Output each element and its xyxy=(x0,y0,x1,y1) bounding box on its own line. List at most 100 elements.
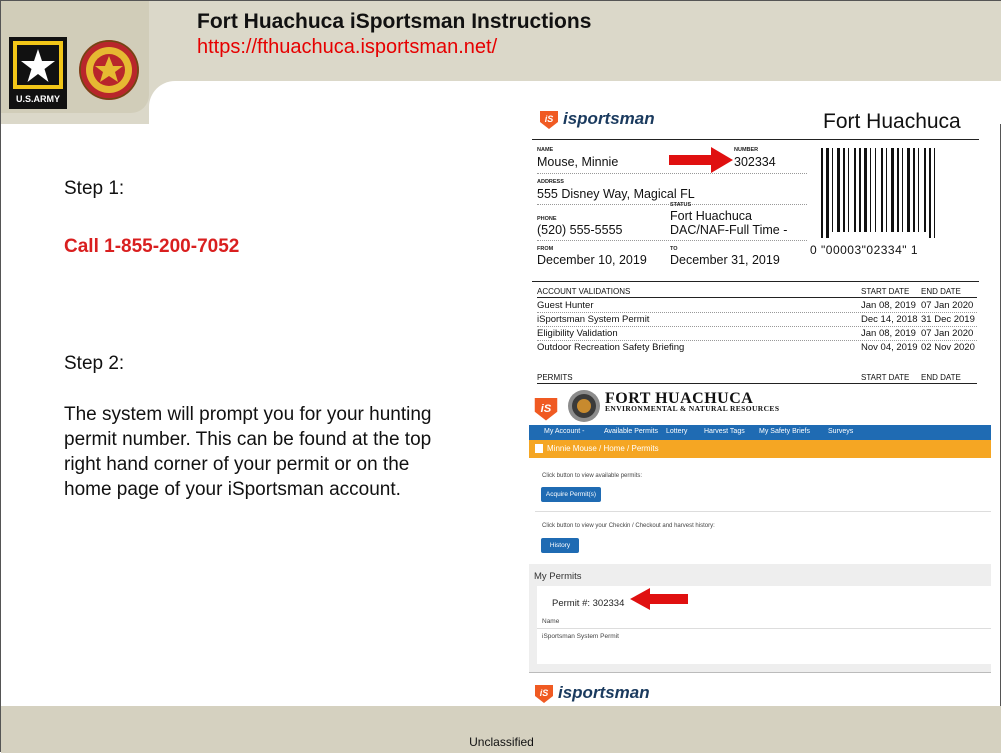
barcode-bar xyxy=(934,148,935,238)
barcode-bar xyxy=(864,148,867,232)
barcode-bar xyxy=(924,148,926,232)
section-divider xyxy=(535,511,991,512)
address-label: ADDRESS xyxy=(537,179,564,185)
acquire-permits-button[interactable]: Acquire Permit(s) xyxy=(541,487,601,502)
validations-header: ACCOUNT VALIDATIONS xyxy=(537,287,631,296)
barcode-bar xyxy=(897,148,899,232)
barcode-bar xyxy=(821,148,823,238)
nav-available-permits[interactable]: Available Permits xyxy=(604,428,658,435)
barcode-number: 0 "00003"02334" 1 xyxy=(810,243,919,257)
row-divider xyxy=(537,312,977,313)
nav-bar: My Account - Available Permits Lottery H… xyxy=(529,425,991,440)
validation-name: iSportsman System Permit xyxy=(537,314,650,325)
status-label: STATUS xyxy=(670,202,692,208)
barcode-bar xyxy=(918,148,919,232)
validation-start: Jan 08, 2019 xyxy=(861,300,916,311)
barcode-bar xyxy=(848,148,849,232)
svg-text:iS: iS xyxy=(545,114,554,124)
slide: U.S.ARMY Fort Huachuca iSportsman Instru… xyxy=(0,0,1001,753)
phone-label: PHONE xyxy=(537,216,557,222)
validation-start: Jan 08, 2019 xyxy=(861,328,916,339)
step-2-label: Step 2: xyxy=(64,353,125,374)
barcode-bar xyxy=(875,148,876,232)
web-footer-line xyxy=(529,672,991,673)
army-logo-text: U.S.ARMY xyxy=(16,94,60,104)
permit-number-label: Permit #: 302334 xyxy=(552,598,625,609)
barcode-bar xyxy=(826,148,829,238)
barcode-bar xyxy=(832,148,833,232)
isportsman-logo-icon: iS xyxy=(540,111,558,129)
page-title: Fort Huachuca iSportsman Instructions xyxy=(197,10,592,33)
permits-header: PERMITS xyxy=(537,373,573,382)
validation-end: 02 Nov 2020 xyxy=(921,342,975,353)
permit-phone: (520) 555-5555 xyxy=(537,223,623,237)
step-1-label: Step 1: xyxy=(64,178,125,199)
validation-end: 07 Jan 2020 xyxy=(921,328,974,339)
permit-number: 302334 xyxy=(734,155,776,169)
barcode-bar xyxy=(837,148,840,232)
call-number: Call 1-855-200-7052 xyxy=(64,236,240,257)
row-divider xyxy=(537,240,807,241)
validation-name: Eligibility Validation xyxy=(537,328,618,339)
history-prompt: Click button to view your Checkin / Chec… xyxy=(542,523,715,529)
row-divider xyxy=(537,173,807,174)
card-divider xyxy=(532,281,979,282)
from-label: FROM xyxy=(537,246,554,252)
to-label: TO xyxy=(670,246,678,252)
isportsman-logo-icon: iS xyxy=(535,685,553,703)
barcode-bar xyxy=(929,148,931,238)
end-date-header: END DATE xyxy=(921,287,961,296)
barcode-bar xyxy=(891,148,894,232)
isportsman-brand: isportsman xyxy=(563,109,655,128)
name-label: NAME xyxy=(537,147,554,153)
nav-my-account[interactable]: My Account - xyxy=(544,428,584,435)
breadcrumb: Minnie Mouse / Home / Permits xyxy=(529,440,991,458)
acquire-prompt: Click button to view available permits: xyxy=(542,473,643,479)
permit-status-line2: DAC/NAF-Full Time - xyxy=(670,223,788,237)
validation-start: Nov 04, 2019 xyxy=(861,342,918,353)
permit-to-date: December 31, 2019 xyxy=(670,253,780,267)
validation-name: Outdoor Recreation Safety Briefing xyxy=(537,342,685,353)
barcode-bar xyxy=(907,148,910,232)
permit-from-date: December 10, 2019 xyxy=(537,253,647,267)
my-permits-title: My Permits xyxy=(534,571,582,582)
number-label: NUMBER xyxy=(734,147,759,153)
isportsman-footer-brand: isportsman xyxy=(558,683,650,702)
history-button[interactable]: History xyxy=(541,538,579,553)
classification-label: Unclassified xyxy=(469,735,534,749)
permit-location: Fort Huachuca xyxy=(823,110,961,133)
barcode-bar xyxy=(913,148,915,232)
permit-status-line1: Fort Huachuca xyxy=(670,209,752,223)
barcode-bar xyxy=(886,148,887,232)
validation-start: Dec 14, 2018 xyxy=(861,314,918,325)
permit-address: 555 Disney Way, Magical FL xyxy=(537,187,695,201)
svg-text:iS: iS xyxy=(540,688,549,698)
table-header-line xyxy=(537,297,977,298)
red-arrow-left-icon xyxy=(630,588,688,610)
nav-surveys[interactable]: Surveys xyxy=(828,428,853,435)
barcode-bar xyxy=(902,148,903,232)
barcode-bar xyxy=(859,148,861,232)
row-divider xyxy=(537,326,977,327)
barcode-bar xyxy=(881,148,883,232)
fort-huachuca-seal xyxy=(79,40,139,100)
table-line xyxy=(537,628,991,629)
step-2-description: The system will prompt you for your hunt… xyxy=(64,404,432,500)
site-url[interactable]: https://fthuachuca.isportsman.net/ xyxy=(197,36,497,59)
nav-safety-briefs[interactable]: My Safety Briefs xyxy=(759,428,810,435)
nav-lottery[interactable]: Lottery xyxy=(666,428,687,435)
red-arrow-right-icon xyxy=(669,147,733,173)
home-file-icon xyxy=(535,444,543,453)
row-divider xyxy=(537,340,977,341)
name-column-header: Name xyxy=(542,618,560,625)
validation-end: 31 Dec 2019 xyxy=(921,314,975,325)
validation-end: 07 Jan 2020 xyxy=(921,300,974,311)
nav-harvest-tags[interactable]: Harvest Tags xyxy=(704,428,745,435)
isportsman-logo-icon: iS xyxy=(534,398,558,421)
barcode-bar xyxy=(854,148,856,232)
start-date-header: START DATE xyxy=(861,287,910,296)
breadcrumb-text[interactable]: Minnie Mouse / Home / Permits xyxy=(547,444,659,453)
table-header-line xyxy=(537,383,977,384)
permit-list-item[interactable]: iSportsman System Permit xyxy=(542,633,619,640)
environmental-seal-icon xyxy=(568,390,600,422)
